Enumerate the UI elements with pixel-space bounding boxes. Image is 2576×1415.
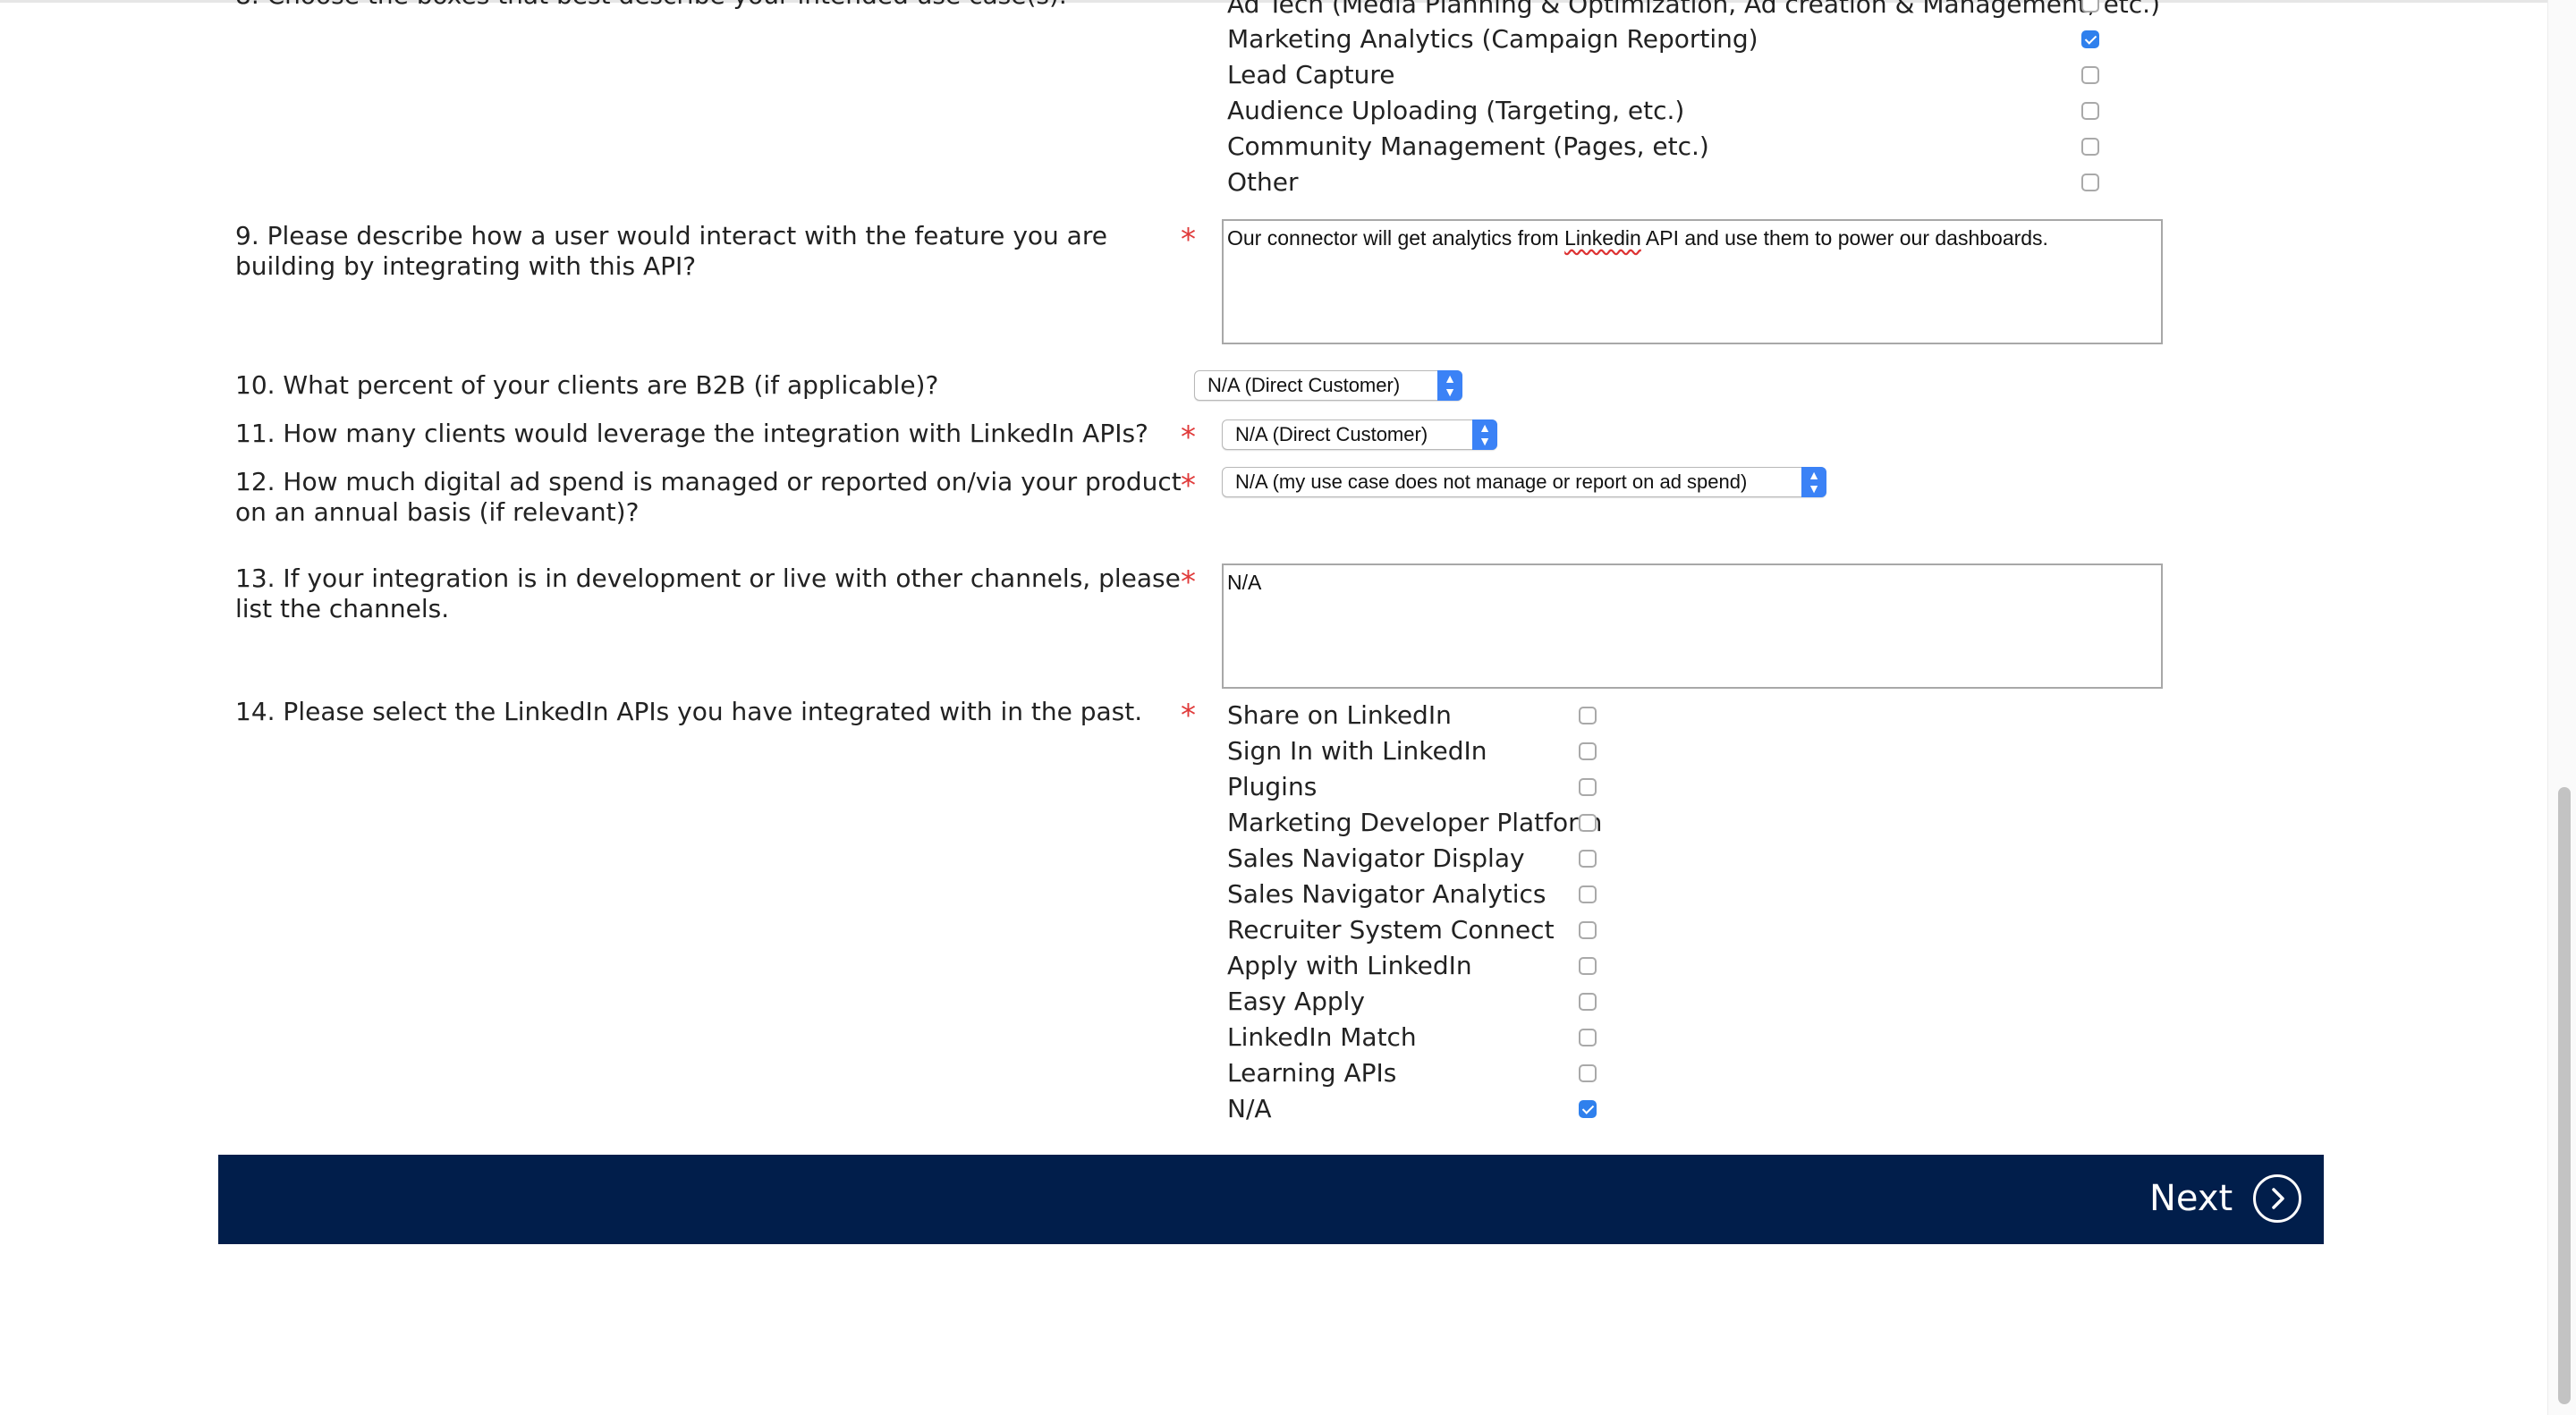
- q11-question: 11. How many clients would leverage the …: [235, 419, 1148, 448]
- q9-answer-text: Our connector will get analytics from: [1227, 226, 1565, 250]
- q8-option-label: Marketing Analytics (Campaign Reporting): [1227, 24, 1758, 54]
- q10-question: 10. What percent of your clients are B2B…: [235, 370, 939, 400]
- q12-select[interactable]: N/A (my use case does not manage or repo…: [1222, 467, 1826, 497]
- select-arrows-icon: ▲ ▼: [1472, 419, 1497, 450]
- q10-selected-value: N/A (Direct Customer): [1208, 374, 1401, 396]
- q8-checkbox-audience-uploading[interactable]: [2081, 102, 2099, 120]
- q9-question-line1: 9. Please describe how a user would inte…: [235, 221, 1107, 250]
- q9-answer-textarea[interactable]: Our connector will get analytics from Li…: [1222, 219, 2163, 344]
- q14-option-label: N/A: [1227, 1094, 1272, 1123]
- q14-checkbox-sales-navigator-analytics[interactable]: [1579, 885, 1597, 903]
- q14-option-label: LinkedIn Match: [1227, 1022, 1417, 1052]
- q8-required-marker: *: [1181, 0, 1196, 9]
- q14-option-label: Share on LinkedIn: [1227, 700, 1452, 730]
- q12-required-marker: *: [1181, 468, 1196, 504]
- next-button-label[interactable]: Next: [2149, 1172, 2233, 1225]
- q14-checkbox-learning-apis[interactable]: [1579, 1064, 1597, 1082]
- q8-option-label: Community Management (Pages, etc.): [1227, 131, 1709, 161]
- q14-option-label: Sign In with LinkedIn: [1227, 736, 1487, 766]
- q14-checkbox-recruiter-system-connect[interactable]: [1579, 921, 1597, 939]
- scrollbar-thumb[interactable]: [2558, 787, 2571, 1404]
- q14-checkbox-plugins[interactable]: [1579, 778, 1597, 796]
- q14-checkbox-easy-apply[interactable]: [1579, 993, 1597, 1011]
- q14-option-label: Learning APIs: [1227, 1058, 1397, 1088]
- q11-required-marker: *: [1181, 419, 1196, 455]
- q14-option-label: Recruiter System Connect: [1227, 915, 1555, 945]
- q8-question: 8. Choose the boxes that best describe y…: [235, 0, 1067, 11]
- q14-option-label: Apply with LinkedIn: [1227, 951, 1472, 980]
- q9-required-marker: *: [1181, 222, 1196, 258]
- q9-question-line2: building by integrating with this API?: [235, 251, 697, 281]
- q12-selected-value: N/A (my use case does not manage or repo…: [1235, 470, 1748, 493]
- q14-option-label: Easy Apply: [1227, 987, 1365, 1016]
- q14-option-label: Sales Navigator Analytics: [1227, 879, 1546, 909]
- select-arrows-icon: ▲ ▼: [1801, 467, 1826, 497]
- q14-checkbox-marketing-developer-platform[interactable]: [1579, 814, 1597, 832]
- q8-checkbox-other[interactable]: [2081, 174, 2099, 191]
- q14-checkbox-share-on-linkedin[interactable]: [1579, 707, 1597, 724]
- q8-checkbox-community-management[interactable]: [2081, 138, 2099, 156]
- q13-required-marker: *: [1181, 564, 1196, 600]
- q12-question-line2: on an annual basis (if relevant)?: [235, 497, 640, 527]
- footer-bar: [218, 1155, 2324, 1244]
- q14-checkbox-apply-with-linkedin[interactable]: [1579, 957, 1597, 975]
- q8-option-label: Ad Tech (Media Planning & Optimization, …: [1227, 0, 2160, 19]
- select-arrows-icon: ▲ ▼: [1437, 370, 1462, 401]
- q8-checkbox-ad-tech[interactable]: [2081, 0, 2099, 13]
- q8-option-label: Lead Capture: [1227, 60, 1395, 89]
- q13-question-line1: 13. If your integration is in developmen…: [235, 563, 1181, 593]
- q12-question-line1: 12. How much digital ad spend is managed…: [235, 467, 1182, 496]
- q9-answer-misspelled-word: Linkedin: [1564, 226, 1641, 250]
- q14-required-marker: *: [1181, 698, 1196, 733]
- q14-option-label: Plugins: [1227, 772, 1318, 801]
- q11-select[interactable]: N/A (Direct Customer) ▲ ▼: [1222, 419, 1497, 450]
- q14-checkbox-linkedin-match[interactable]: [1579, 1029, 1597, 1046]
- q8-option-label: Audience Uploading (Targeting, etc.): [1227, 96, 1685, 125]
- q13-question-line2: list the channels.: [235, 594, 450, 623]
- q14-option-label: Marketing Developer Platform: [1227, 808, 1603, 837]
- q14-option-label: Sales Navigator Display: [1227, 843, 1525, 873]
- q8-checkbox-lead-capture[interactable]: [2081, 66, 2099, 84]
- q14-checkbox-sales-navigator-display[interactable]: [1579, 850, 1597, 868]
- q8-checkbox-marketing-analytics[interactable]: [2081, 30, 2099, 48]
- q10-select[interactable]: N/A (Direct Customer) ▲ ▼: [1194, 370, 1462, 401]
- q14-question: 14. Please select the LinkedIn APIs you …: [235, 697, 1143, 726]
- q14-checkbox-na[interactable]: [1579, 1100, 1597, 1118]
- q13-answer-text: N/A: [1227, 571, 1262, 594]
- q13-answer-textarea[interactable]: N/A: [1222, 563, 2163, 689]
- q14-checkbox-sign-in-with-linkedin[interactable]: [1579, 742, 1597, 760]
- chevron-right-circle-icon: [2272, 1188, 2284, 1209]
- q8-option-label: Other: [1227, 167, 1299, 197]
- q9-answer-text-end: API and use them to power our dashboards…: [1640, 226, 2048, 250]
- next-button[interactable]: [2253, 1174, 2301, 1223]
- q11-selected-value: N/A (Direct Customer): [1235, 423, 1428, 445]
